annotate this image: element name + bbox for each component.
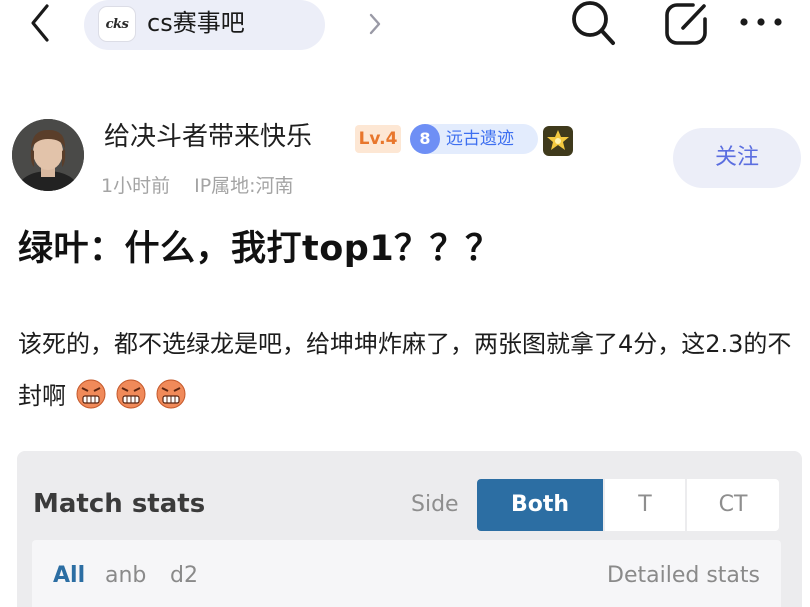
more-button[interactable] — [736, 0, 786, 44]
search-button[interactable] — [566, 0, 620, 48]
angry-emoji-icon — [116, 379, 146, 409]
follow-button[interactable]: 关注 — [673, 128, 801, 188]
match-stats-title: Match stats — [33, 489, 206, 519]
match-stats-card[interactable]: Match stats Side Both T CT All anb d2 De… — [17, 451, 802, 607]
back-button[interactable] — [22, 0, 58, 46]
medal-icon — [543, 126, 573, 156]
author-name[interactable]: 给决斗者带来快乐 — [104, 121, 312, 153]
post-body: 该死的，都不选绿龙是吧，给坤坤炸麻了，两张图就拿了4分，这2.3的不封啊 — [18, 318, 803, 422]
avatar[interactable] — [12, 119, 84, 191]
detailed-stats-link[interactable]: Detailed stats — [607, 562, 760, 590]
avatar-image — [12, 119, 84, 191]
forum-name: cs赛事吧 — [147, 9, 245, 37]
title-badge-number: 8 — [410, 124, 440, 154]
edit-icon — [665, 3, 707, 45]
ip-location: IP属地:河南 — [194, 175, 294, 197]
side-option-ct[interactable]: CT — [687, 479, 779, 531]
post-meta: 1小时前 IP属地:河南 — [101, 172, 294, 200]
angry-emoji-icon — [156, 379, 186, 409]
title-badge-text: 远古遗迹 — [446, 129, 514, 149]
search-icon — [572, 1, 615, 45]
filter-bar: All anb d2 Detailed stats — [32, 540, 781, 607]
chevron-right-icon — [369, 13, 381, 35]
filter-d2[interactable]: d2 — [170, 562, 198, 590]
angry-emoji-icon — [76, 379, 106, 409]
side-label: Side — [411, 492, 459, 517]
level-badge: Lv.4 — [355, 125, 401, 153]
chevron-left-icon — [31, 4, 49, 42]
side-option-t[interactable]: T — [605, 479, 685, 531]
title-badge: 8 远古遗迹 — [410, 124, 538, 154]
top-bar: cks cs赛事吧 — [0, 0, 810, 56]
post-time: 1小时前 — [101, 175, 171, 197]
forum-logo: cks — [98, 6, 136, 42]
filter-all[interactable]: All — [53, 562, 85, 590]
side-option-both[interactable]: Both — [477, 479, 603, 531]
more-dots-icon — [740, 18, 782, 26]
forum-link[interactable]: cks cs赛事吧 — [84, 0, 381, 50]
filter-anb[interactable]: anb — [105, 562, 146, 590]
edit-button[interactable] — [662, 0, 710, 48]
post-title: 绿叶：什么，我打top1？？？ — [18, 229, 501, 269]
